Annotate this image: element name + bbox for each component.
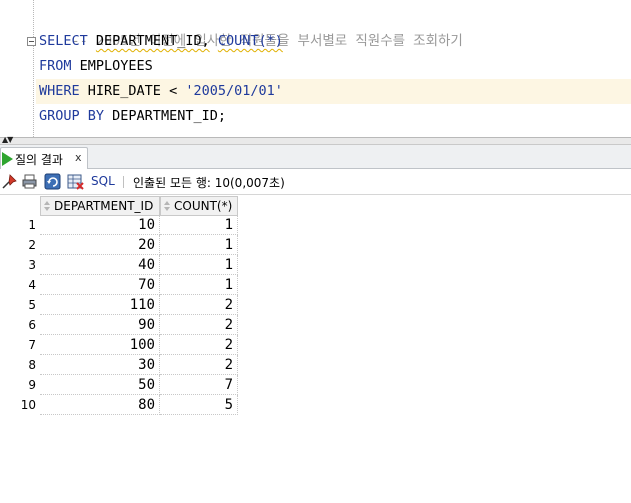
row-number: 8 <box>28 358 36 372</box>
cell-department-id[interactable]: 20 <box>40 235 160 255</box>
code-line-from[interactable]: FROM EMPLOYEES <box>36 54 631 79</box>
cell-count[interactable]: 1 <box>160 215 238 235</box>
row-number: 1 <box>28 218 36 232</box>
code-line-where[interactable]: WHERE HIRE_DATE < '2005/01/01' <box>36 79 631 104</box>
column-header-count[interactable]: COUNT(*) <box>160 196 238 216</box>
table-row[interactable]: 6 90 2 <box>0 315 240 335</box>
column-header-label: COUNT(*) <box>174 199 233 213</box>
row-number: 9 <box>28 378 36 392</box>
where-column: HIRE_DATE <box>87 83 161 99</box>
result-grid[interactable]: DEPARTMENT_ID COUNT(*) 1 10 1 2 20 1 3 4… <box>0 195 631 503</box>
cell-department-id[interactable]: 70 <box>40 275 160 295</box>
fetch-status: 인출된 모든 행: 10(0,007초) <box>133 176 285 190</box>
toolbar-separator <box>123 176 124 188</box>
table-row[interactable]: 5 110 2 <box>0 295 240 315</box>
code-line-select[interactable]: SELECT DEPARTMENT_ID, COUNT(*) <box>36 29 631 54</box>
table-row[interactable]: 7 100 2 <box>0 335 240 355</box>
count-function: COUNT(*) <box>217 33 283 49</box>
cell-department-id[interactable]: 10 <box>40 215 160 235</box>
where-value: '2005/01/01' <box>185 83 283 99</box>
row-number: 4 <box>28 278 36 292</box>
keyword-select: SELECT <box>39 33 88 49</box>
results-tab-bar: 질의 결과 x <box>0 145 631 169</box>
cell-count[interactable]: 2 <box>160 315 238 335</box>
table-row[interactable]: 1 10 1 <box>0 215 240 235</box>
tab-query-result[interactable]: 질의 결과 x <box>0 147 88 169</box>
row-number: 10 <box>20 398 36 412</box>
editor-gutter <box>33 0 34 137</box>
sort-icon[interactable] <box>43 200 51 212</box>
group-by-column: DEPARTMENT_ID; <box>112 108 226 124</box>
cell-department-id[interactable]: 90 <box>40 315 160 335</box>
sort-icon[interactable] <box>163 200 171 212</box>
pin-icon[interactable] <box>1 173 18 190</box>
cell-count[interactable]: 2 <box>160 335 238 355</box>
sql-button[interactable]: SQL <box>91 174 115 188</box>
close-icon[interactable]: x <box>75 151 82 164</box>
cell-count[interactable]: 1 <box>160 235 238 255</box>
column-header-label: DEPARTMENT_ID <box>54 199 154 213</box>
keyword-where: WHERE <box>39 83 80 99</box>
row-number: 2 <box>28 238 36 252</box>
cell-department-id[interactable]: 110 <box>40 295 160 315</box>
cell-count[interactable]: 1 <box>160 255 238 275</box>
code-line-comment[interactable]: -- 2005년 이전에 입사한 직원들을 부서별로 직원수를 조회하기 <box>36 4 631 49</box>
cell-department-id[interactable]: 40 <box>40 255 160 275</box>
sql-editor[interactable]: -- 2005년 이전에 입사한 직원들을 부서별로 직원수를 조회하기 SEL… <box>0 0 631 137</box>
cell-count[interactable]: 2 <box>160 355 238 375</box>
table-row[interactable]: 3 40 1 <box>0 255 240 275</box>
run-icon <box>2 152 13 166</box>
table-row[interactable]: 2 20 1 <box>0 235 240 255</box>
cell-count[interactable]: 1 <box>160 275 238 295</box>
print-icon[interactable] <box>21 173 38 190</box>
panel-splitter[interactable]: ▲▼ <box>0 136 631 145</box>
table-name: EMPLOYEES <box>79 58 153 74</box>
results-toolbar: SQL 인출된 모든 행: 10(0,007초) <box>0 169 631 195</box>
table-row[interactable]: 9 50 7 <box>0 375 240 395</box>
table-row[interactable]: 10 80 5 <box>0 395 240 415</box>
table-row[interactable]: 8 30 2 <box>0 355 240 375</box>
row-number: 7 <box>28 338 36 352</box>
keyword-group-by: GROUP BY <box>39 108 105 124</box>
where-operator: < <box>169 83 178 99</box>
row-number: 3 <box>28 258 36 272</box>
column-header-department-id[interactable]: DEPARTMENT_ID <box>40 196 160 216</box>
cell-count[interactable]: 5 <box>160 395 238 415</box>
code-line-group-by[interactable]: GROUP BY DEPARTMENT_ID; <box>36 104 631 129</box>
tab-query-result-label: 질의 결과 <box>15 153 63 167</box>
row-number: 5 <box>28 298 36 312</box>
cell-department-id[interactable]: 100 <box>40 335 160 355</box>
collapse-arrows-icon[interactable]: ▲▼ <box>2 136 13 144</box>
table-row[interactable]: 4 70 1 <box>0 275 240 295</box>
cell-count[interactable]: 2 <box>160 295 238 315</box>
refresh-icon[interactable] <box>44 173 61 190</box>
row-number: 6 <box>28 318 36 332</box>
cell-department-id[interactable]: 30 <box>40 355 160 375</box>
cell-count[interactable]: 7 <box>160 375 238 395</box>
export-icon[interactable] <box>67 173 84 190</box>
cell-department-id[interactable]: 80 <box>40 395 160 415</box>
select-column: DEPARTMENT_ID, <box>95 33 210 49</box>
fold-marker-icon[interactable] <box>27 37 36 46</box>
cell-department-id[interactable]: 50 <box>40 375 160 395</box>
keyword-from: FROM <box>39 58 72 74</box>
